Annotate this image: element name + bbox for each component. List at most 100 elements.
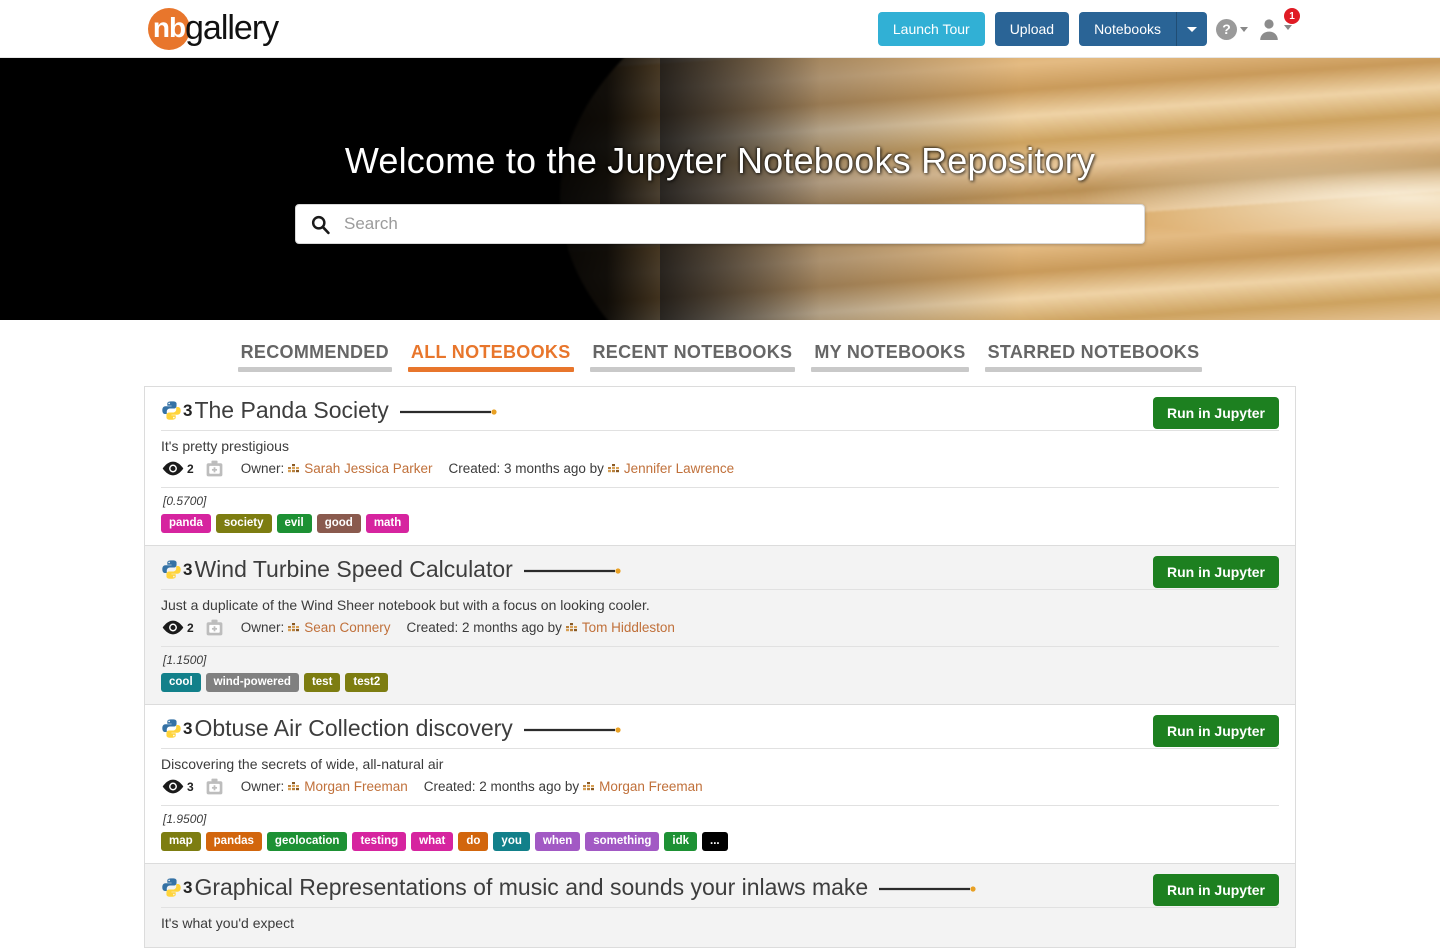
- tag-list: map pandas geolocation testing what do you when…: [161, 832, 1279, 851]
- tag[interactable]: what: [411, 832, 454, 851]
- notebook-kit-icon[interactable]: [204, 458, 225, 479]
- tag[interactable]: do: [458, 832, 489, 851]
- owner-info: Owner: Sean Connery: [241, 620, 391, 635]
- views-counter: 2: [161, 460, 194, 477]
- tab-underline: [589, 367, 796, 372]
- question-circle-icon[interactable]: ?: [1216, 18, 1237, 40]
- hero-banner: Welcome to the Jupyter Notebooks Reposit…: [0, 58, 1440, 320]
- tag[interactable]: test2: [345, 673, 389, 692]
- notebook-kit-icon[interactable]: [204, 776, 225, 797]
- tab-label: ALL NOTEBOOKS: [410, 342, 571, 362]
- views-counter: 2: [161, 619, 194, 636]
- run-in-jupyter-button[interactable]: Run in Jupyter: [1152, 556, 1279, 588]
- tag[interactable]: panda: [161, 514, 211, 533]
- tag[interactable]: testing: [352, 832, 407, 851]
- user-group-icon: [288, 781, 300, 793]
- tag[interactable]: you: [493, 832, 530, 851]
- search-input[interactable]: [342, 213, 1130, 235]
- owner-link[interactable]: Sarah Jessica Parker: [304, 461, 432, 476]
- notebook-description: It's what you'd expect: [161, 915, 294, 931]
- run-in-jupyter-button[interactable]: Run in Jupyter: [1152, 715, 1279, 747]
- tag-list: panda society evil good math: [161, 514, 1279, 533]
- brand-logo-link[interactable]: nb gallery: [148, 7, 279, 50]
- notification-badge[interactable]: 1: [1284, 8, 1300, 24]
- python-version-label: 3: [183, 400, 193, 420]
- notebook-card[interactable]: Run in Jupyter 3 The Panda Society It's pre…: [145, 387, 1295, 546]
- notebook-tabs: RECOMMENDED ALL NOTEBOOKS RECENT NOTEBOO…: [0, 320, 1440, 372]
- tag[interactable]: when: [534, 832, 581, 851]
- tag[interactable]: idk: [664, 832, 698, 851]
- tab-label: RECOMMENDED: [240, 342, 389, 362]
- notebook-title-row[interactable]: 3 Graphical Representations of music and …: [161, 874, 1279, 901]
- tag[interactable]: geolocation: [266, 832, 348, 851]
- notebooks-button[interactable]: Notebooks: [1079, 12, 1177, 46]
- notebook-title-row[interactable]: 3 Wind Turbine Speed Calculator: [161, 556, 1279, 583]
- brand-mark-text: nb: [152, 11, 186, 43]
- tab-my-notebooks[interactable]: MY NOTEBOOKS: [811, 342, 969, 372]
- usage-sparkline-icon: [399, 405, 499, 417]
- page-title: Welcome to the Jupyter Notebooks Reposit…: [344, 140, 1096, 181]
- tag[interactable]: society: [215, 514, 272, 533]
- launch-tour-button[interactable]: Launch Tour: [877, 12, 985, 46]
- tag[interactable]: test: [303, 673, 341, 692]
- created-label: Created: 2 months ago by: [406, 620, 562, 635]
- python-version-label: 3: [183, 877, 193, 897]
- help-menu[interactable]: ?: [1216, 18, 1248, 40]
- top-navbar: nb gallery Launch Tour Upload Notebooks …: [0, 0, 1440, 58]
- tag[interactable]: cool: [161, 673, 201, 692]
- python-logo-icon: [161, 559, 182, 580]
- creator-link[interactable]: Tom Hiddleston: [582, 620, 675, 635]
- creator-link[interactable]: Jennifer Lawrence: [624, 461, 734, 476]
- tab-label: STARRED NOTEBOOKS: [987, 342, 1200, 362]
- notebook-title[interactable]: Wind Turbine Speed Calculator: [194, 556, 512, 583]
- tab-starred-notebooks[interactable]: STARRED NOTEBOOKS: [984, 342, 1203, 372]
- notebook-title[interactable]: The Panda Society: [194, 397, 388, 424]
- views-count: 3: [187, 780, 194, 794]
- usage-sparkline-icon: [878, 882, 978, 894]
- notebooks-button-group: Notebooks: [1079, 12, 1207, 46]
- run-in-jupyter-button[interactable]: Run in Jupyter: [1152, 397, 1279, 429]
- notebook-score: [0.5700]: [163, 494, 207, 508]
- user-menu[interactable]: 1: [1257, 8, 1300, 41]
- tab-underline: [984, 367, 1203, 372]
- tab-all-notebooks[interactable]: ALL NOTEBOOKS: [407, 342, 574, 372]
- tab-underline: [237, 367, 392, 372]
- tag[interactable]: good: [316, 514, 361, 533]
- tab-label: MY NOTEBOOKS: [814, 342, 966, 362]
- tab-recommended[interactable]: RECOMMENDED: [237, 342, 392, 372]
- tab-underline: [811, 367, 969, 372]
- upload-button[interactable]: Upload: [994, 12, 1070, 46]
- notebook-kit-icon[interactable]: [204, 617, 225, 638]
- tag[interactable]: ...: [702, 832, 728, 851]
- notebooks-dropdown-toggle[interactable]: [1177, 12, 1207, 46]
- tag[interactable]: evil: [276, 514, 312, 533]
- creator-link[interactable]: Morgan Freeman: [599, 779, 703, 794]
- notebook-meta: 2 Owner: Sean Connery Created: 2 months ago…: [161, 617, 1279, 647]
- owner-info: Owner: Morgan Freeman: [241, 779, 408, 794]
- run-in-jupyter-button[interactable]: Run in Jupyter: [1152, 874, 1279, 906]
- tag-list: cool wind-powered test test2: [161, 673, 1279, 692]
- tag[interactable]: map: [161, 832, 201, 851]
- owner-link[interactable]: Morgan Freeman: [304, 779, 408, 794]
- tag[interactable]: wind-powered: [205, 673, 299, 692]
- tab-recent-notebooks[interactable]: RECENT NOTEBOOKS: [589, 342, 796, 372]
- tag[interactable]: math: [365, 514, 410, 533]
- notebook-title-row[interactable]: 3 Obtuse Air Collection discovery: [161, 715, 1279, 742]
- views-count: 2: [187, 462, 194, 476]
- notebook-description: Discovering the secrets of wide, all-nat…: [161, 756, 444, 772]
- usage-sparkline-icon: [523, 723, 623, 735]
- notebook-list: Run in Jupyter 3 The Panda Society It's pre…: [144, 386, 1296, 948]
- owner-link[interactable]: Sean Connery: [304, 620, 390, 635]
- notebook-card[interactable]: Run in Jupyter 3 Wind Turbine Speed Calcul…: [145, 546, 1295, 705]
- notebook-title[interactable]: Obtuse Air Collection discovery: [194, 715, 512, 742]
- notebook-card[interactable]: Run in Jupyter 3 Obtuse Air Collection dis…: [145, 705, 1295, 864]
- notebook-card[interactable]: Run in Jupyter 3 Graphical Representations…: [145, 864, 1295, 948]
- notebook-title-row[interactable]: 3 The Panda Society: [161, 397, 1279, 424]
- tag[interactable]: something: [585, 832, 660, 851]
- python-version-label: 3: [183, 718, 193, 738]
- python-logo-icon: [161, 400, 182, 421]
- tab-underline: [407, 367, 574, 372]
- notebook-title[interactable]: Graphical Representations of music and s…: [194, 874, 868, 901]
- search-box[interactable]: [295, 204, 1145, 244]
- tag[interactable]: pandas: [205, 832, 262, 851]
